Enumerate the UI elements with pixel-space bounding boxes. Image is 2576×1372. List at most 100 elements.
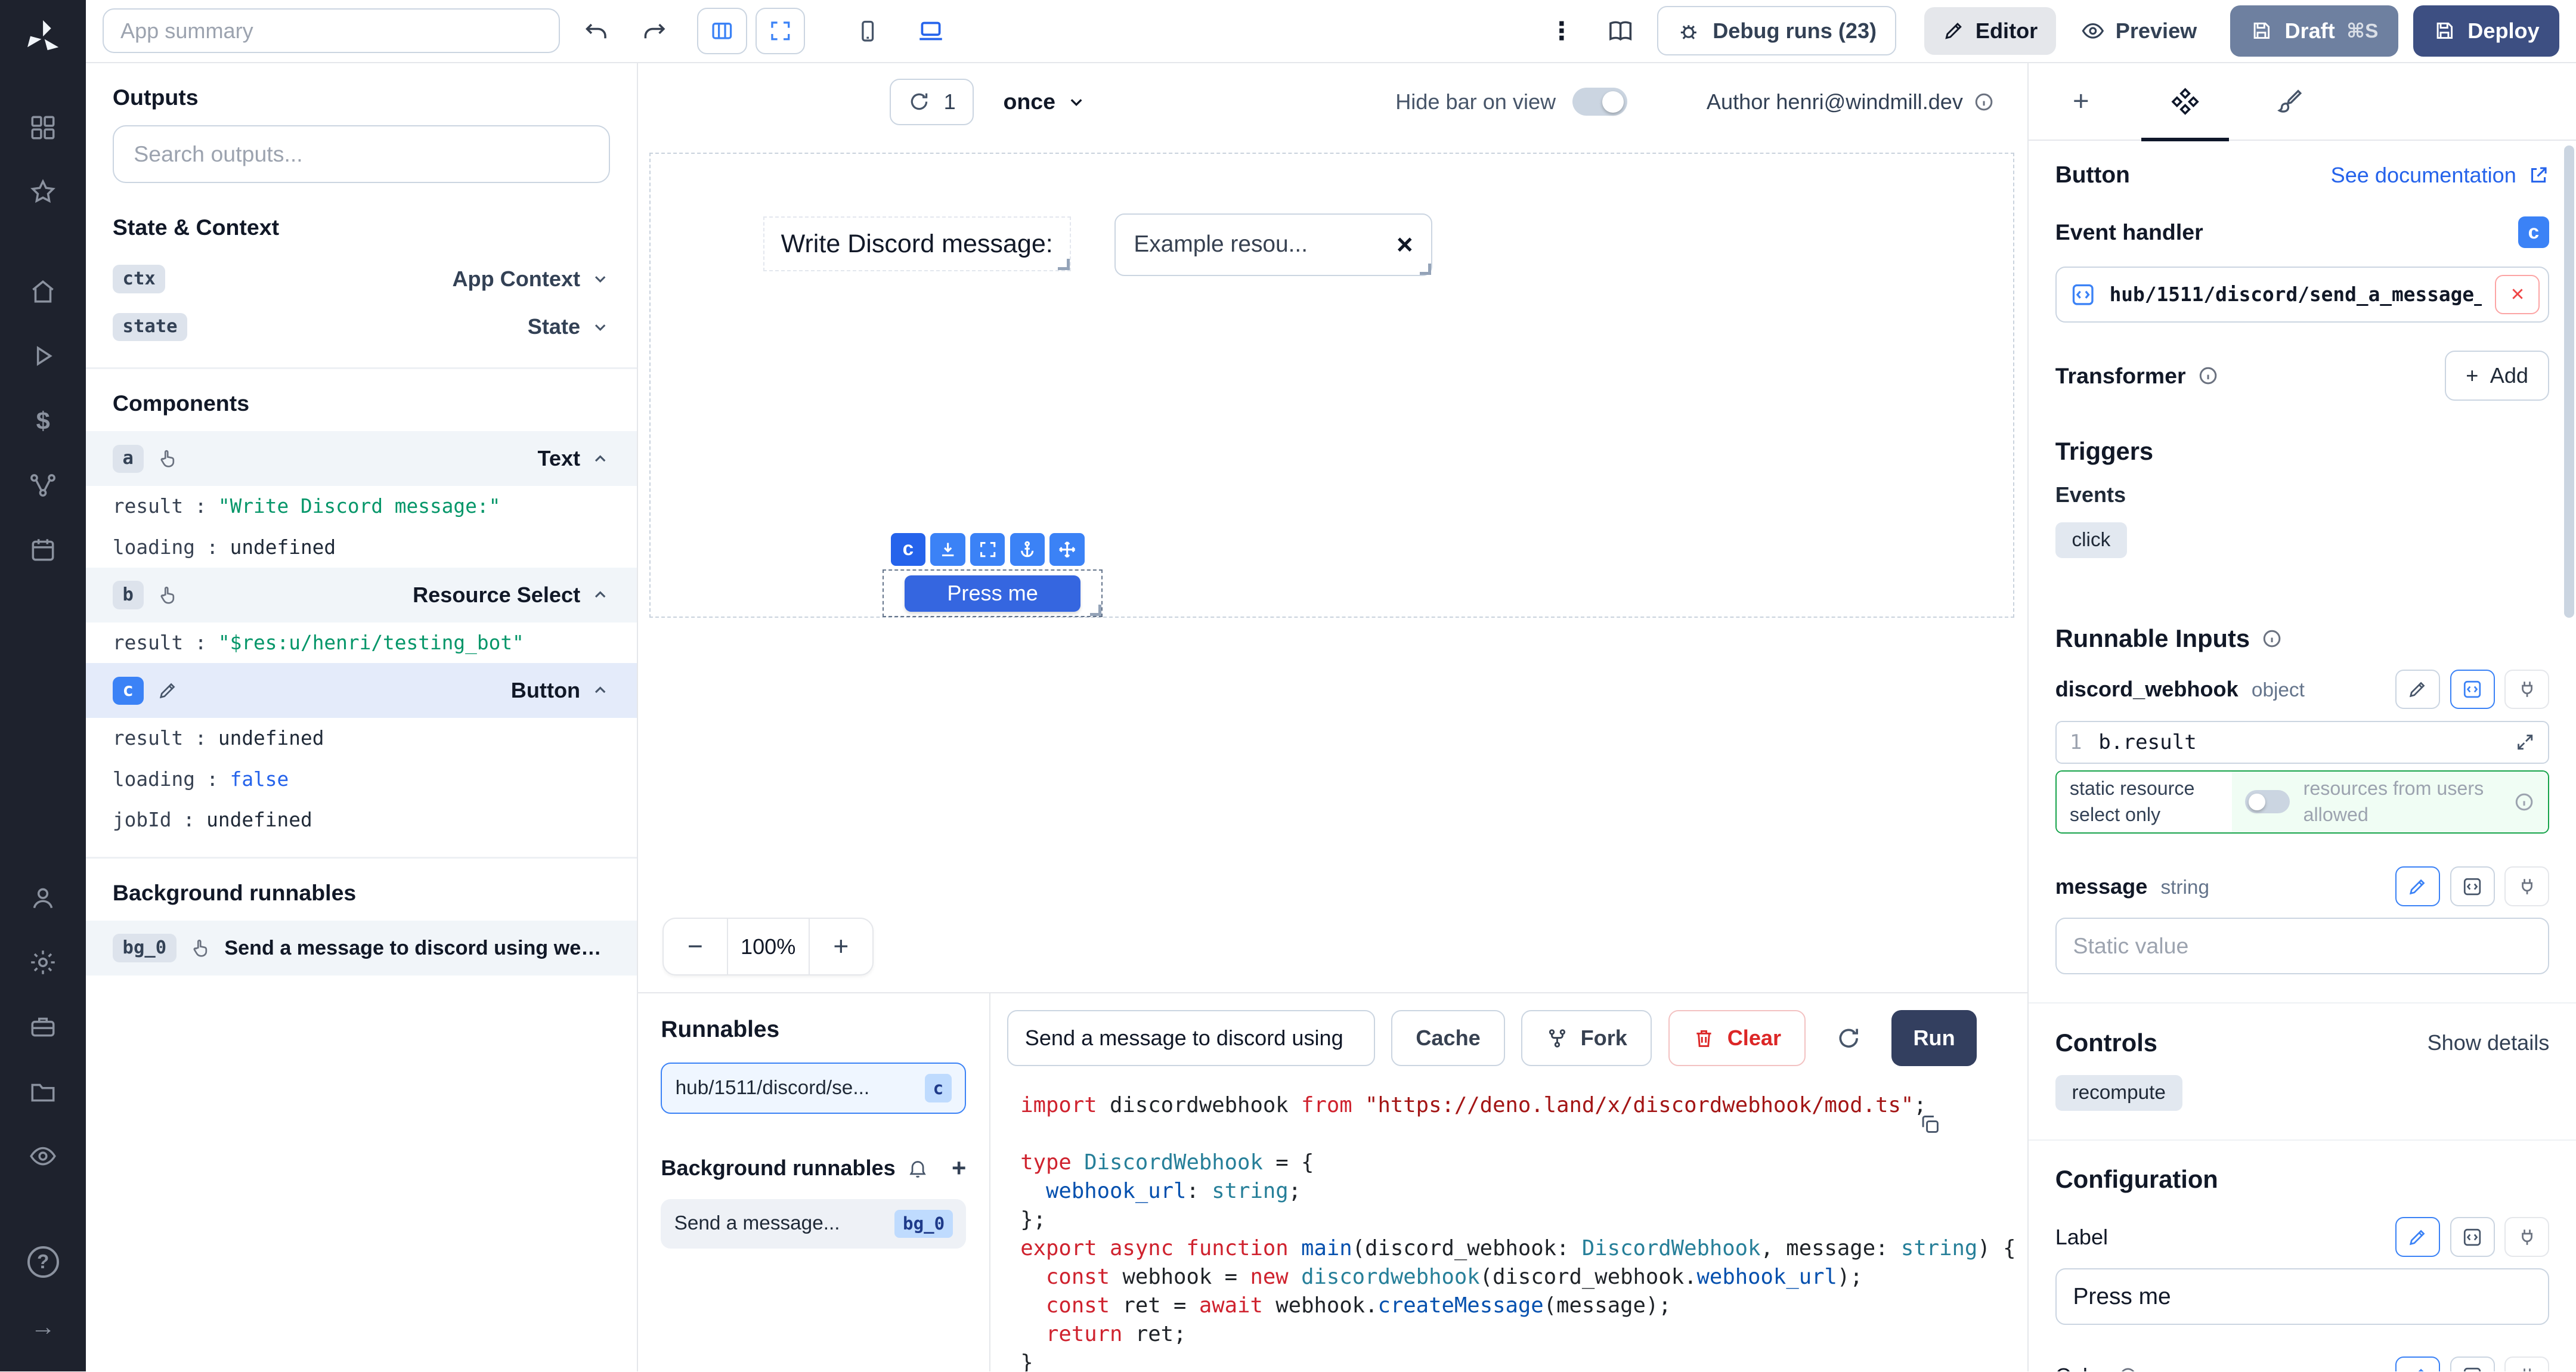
background-runnable-item[interactable]: Send a message... bg_0 — [661, 1199, 966, 1249]
workers-case-icon[interactable] — [18, 1002, 68, 1052]
apps-icon[interactable] — [18, 103, 68, 152]
expand-editor-icon[interactable] — [2515, 732, 2535, 752]
discord-webhook-expr-input[interactable]: 1 b.result — [2055, 721, 2550, 764]
settings-gear-icon[interactable] — [18, 937, 68, 987]
refresh-mode-dropdown[interactable]: once — [1003, 89, 1086, 114]
resize-handle[interactable] — [1090, 605, 1101, 616]
see-documentation-link[interactable]: See documentation — [2331, 163, 2550, 188]
toggle-panels-button[interactable] — [697, 8, 747, 54]
state-row[interactable]: state State — [86, 303, 636, 351]
component-row-a[interactable]: a Text — [86, 431, 636, 486]
user-input-plug-icon[interactable] — [2504, 1217, 2549, 1257]
run-button[interactable]: Run — [1891, 1010, 1976, 1066]
anchor-icon[interactable] — [1010, 533, 1045, 566]
user-input-plug-icon[interactable] — [2504, 1356, 2549, 1372]
connect-input-code-icon[interactable] — [2450, 1356, 2495, 1372]
component-row-b[interactable]: b Resource Select — [86, 568, 636, 622]
expand-icon[interactable] — [970, 533, 1005, 566]
static-input-pencil-icon[interactable] — [2395, 1356, 2440, 1372]
zoom-control: − 100% + — [662, 918, 874, 975]
schedules-calendar-icon[interactable] — [18, 525, 68, 575]
resize-handle[interactable] — [1058, 259, 1069, 270]
editor-tab-button[interactable]: Editor — [1924, 7, 2056, 55]
audit-eye-icon[interactable] — [18, 1131, 68, 1181]
connect-input-code-icon[interactable] — [2450, 866, 2495, 906]
script-name-input[interactable] — [1007, 1010, 1375, 1066]
settings-tabs: + — [2029, 63, 2576, 141]
settings-scrollbar[interactable] — [2564, 145, 2574, 618]
flows-icon[interactable] — [18, 460, 68, 510]
undo-button[interactable] — [575, 10, 618, 52]
resource-select-component[interactable]: Example resou... × — [1114, 213, 1432, 277]
button-component[interactable]: Press me — [905, 575, 1080, 612]
redo-button[interactable] — [633, 10, 676, 52]
app-summary-input[interactable] — [103, 8, 560, 53]
outputs-search-input[interactable] — [113, 125, 610, 183]
move-icon[interactable] — [1049, 533, 1084, 566]
deploy-button[interactable]: Deploy — [2413, 5, 2559, 57]
code-block[interactable]: import discordwebhook from "https://deno… — [1020, 1091, 2027, 1371]
script-icon — [2070, 281, 2096, 308]
fork-button[interactable]: Fork — [1521, 1010, 1651, 1066]
windmill-logo[interactable] — [21, 17, 64, 60]
favorites-star-icon[interactable] — [18, 168, 68, 217]
runs-play-icon[interactable] — [18, 332, 68, 381]
variables-icon[interactable]: $ — [18, 396, 68, 445]
debug-runs-button[interactable]: Debug runs (23) — [1657, 6, 1896, 55]
connect-input-code-icon[interactable] — [2450, 670, 2495, 710]
help-icon[interactable]: ? — [18, 1237, 68, 1287]
script-editor: Cache Fork Clear Run — [990, 993, 2027, 1371]
add-background-runnable-button[interactable]: + — [952, 1154, 966, 1182]
refresh-components-button[interactable]: 1 — [890, 79, 974, 125]
clear-select-icon[interactable]: × — [1397, 228, 1413, 261]
preview-tab-button[interactable]: Preview — [2063, 7, 2215, 55]
mobile-view-icon[interactable] — [846, 10, 889, 52]
rail-group-bottom: ? → — [18, 1237, 68, 1352]
draft-button[interactable]: Draft ⌘S — [2230, 5, 2398, 57]
hide-bar-toggle[interactable] — [1572, 88, 1627, 116]
fullscreen-button[interactable] — [756, 8, 805, 54]
bell-icon — [907, 1157, 928, 1179]
refresh-script-button[interactable] — [1822, 1010, 1875, 1066]
component-row-c[interactable]: c Button — [86, 663, 636, 718]
more-menu-button[interactable]: ⋮ — [1541, 10, 1584, 52]
home-icon[interactable] — [18, 267, 68, 316]
label-value-input[interactable] — [2055, 1268, 2550, 1324]
folders-icon[interactable] — [18, 1067, 68, 1116]
runnable-item[interactable]: hub/1511/discord/se... c — [661, 1063, 966, 1114]
canvas-grid[interactable]: Write Discord message: Example resou... … — [649, 153, 2014, 618]
message-static-value-input[interactable] — [2055, 918, 2550, 974]
clear-button[interactable]: Clear — [1668, 1010, 1806, 1066]
component-settings-tab[interactable] — [2133, 63, 2237, 140]
user-input-plug-icon[interactable] — [2504, 670, 2549, 710]
background-runnables-title: Background runnables — [86, 859, 636, 921]
text-component[interactable]: Write Discord message: — [763, 216, 1071, 271]
show-details-link[interactable]: Show details — [2428, 1030, 2550, 1055]
user-input-plug-icon[interactable] — [2504, 866, 2549, 906]
info-icon — [2197, 365, 2219, 386]
user-icon[interactable] — [18, 873, 68, 922]
static-input-pencil-icon[interactable] — [2395, 866, 2440, 906]
docs-book-button[interactable] — [1599, 10, 1642, 52]
hand-pointer-icon — [157, 448, 178, 469]
background-runnable-row[interactable]: bg_0 Send a message to discord using web… — [86, 921, 636, 975]
insert-component-tab[interactable]: + — [2029, 63, 2133, 140]
static-input-pencil-icon[interactable] — [2395, 1217, 2440, 1257]
ctx-row[interactable]: ctx App Context — [86, 255, 636, 303]
connect-input-code-icon[interactable] — [2450, 1217, 2495, 1257]
event-handler-script[interactable]: hub/1511/discord/send_a_message_... × — [2055, 267, 2550, 323]
zoom-in-button[interactable]: + — [810, 919, 873, 974]
code-editor[interactable]: import discordwebhook from "https://deno… — [990, 1079, 2027, 1371]
static-input-pencil-icon[interactable] — [2395, 670, 2440, 710]
expand-sidebar-icon[interactable]: → — [18, 1302, 68, 1352]
resource-mode-toggle[interactable] — [2245, 790, 2290, 813]
resize-handle[interactable] — [1420, 264, 1431, 275]
remove-script-button[interactable]: × — [2495, 275, 2540, 315]
styling-brush-tab[interactable] — [2237, 63, 2342, 140]
copy-code-icon[interactable] — [1918, 1113, 1942, 1136]
autosize-icon[interactable] — [930, 533, 965, 566]
cache-button[interactable]: Cache — [1391, 1010, 1504, 1066]
desktop-view-icon[interactable] — [909, 10, 952, 52]
add-transformer-button[interactable]: + Add — [2445, 351, 2549, 400]
zoom-out-button[interactable]: − — [664, 919, 727, 974]
